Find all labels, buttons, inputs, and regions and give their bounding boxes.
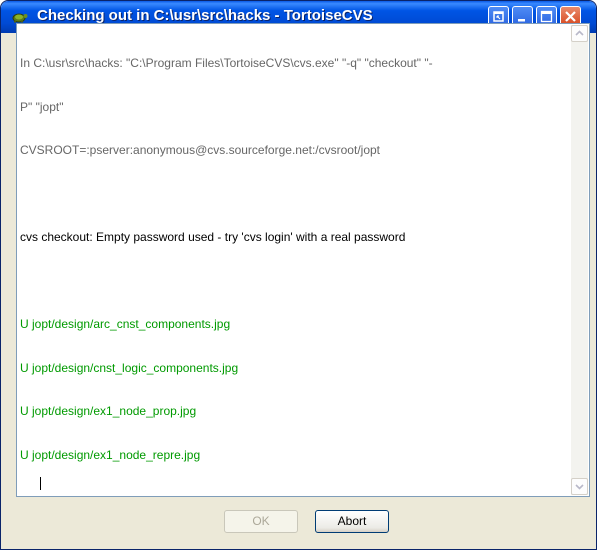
log-line: P" "jopt": [20, 99, 64, 114]
log-line: U jopt/design/ex1_node_prop.jpg: [20, 404, 197, 418]
output-log[interactable]: In C:\usr\src\hacks: "C:\Program Files\T…: [16, 23, 590, 497]
log-line: U jopt/design/ex1_node_repre.jpg: [20, 447, 201, 462]
chevron-down-icon: [575, 484, 584, 490]
log-line: In C:\usr\src\hacks: "C:\Program Files\T…: [20, 56, 433, 70]
log-line: U jopt/design/arc_cnst_components.jpg: [20, 317, 231, 331]
vertical-scrollbar[interactable]: [571, 25, 588, 495]
abort-button[interactable]: Abort: [315, 510, 389, 533]
checkout-dialog: Checking out in C:\usr\src\hacks - Torto…: [0, 0, 597, 550]
window-title: Checking out in C:\usr\src\hacks - Torto…: [37, 7, 373, 24]
log-lines: In C:\usr\src\hacks: "C:\Program Files\T…: [20, 27, 566, 506]
scroll-up-button[interactable]: [571, 25, 588, 42]
log-blank-line: [20, 274, 566, 289]
ok-button[interactable]: OK: [224, 510, 298, 533]
log-line: cvs checkout: Empty password used - try …: [20, 230, 406, 244]
log-line: CVSROOT=:pserver:anonymous@cvs.sourcefor…: [20, 143, 380, 157]
text-caret: [40, 476, 42, 490]
chevron-up-icon: [575, 30, 584, 36]
log-line: U jopt/design/cnst_logic_components.jpg: [20, 360, 239, 375]
log-blank-line: [20, 187, 566, 202]
scroll-down-button[interactable]: [571, 478, 588, 495]
